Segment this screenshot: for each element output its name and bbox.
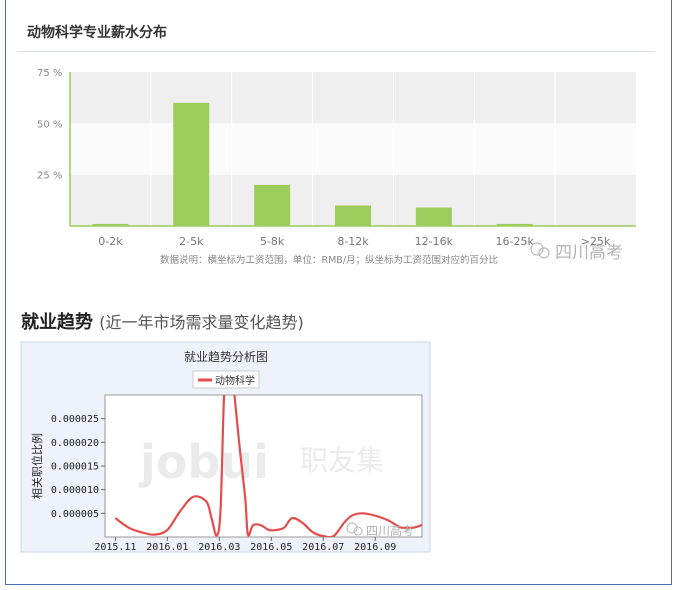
x-tick-label: 2016.01 (146, 542, 188, 553)
y-tick-label: 0.000025 (51, 414, 99, 425)
x-tick-label: 2016.07 (302, 542, 344, 553)
watermark-logo-text: jobui (138, 435, 269, 489)
x-tick-label: 2016.09 (354, 542, 396, 553)
trend-legend: 动物科学 (192, 370, 260, 389)
x-tick-label: 2015.11 (94, 542, 136, 553)
legend-label: 动物科学 (215, 374, 255, 387)
trend-line-chart: 就业趋势分析图动物科学 jobui 职友集 0.000005 0.000010 0.000… (20, 341, 431, 553)
y-axis-label: 相关职位比例 (30, 433, 44, 499)
watermark-text: 四川高考 (366, 523, 414, 538)
watermark-logo-text: 职友集 (300, 444, 384, 477)
y-tick-label: 0.000010 (51, 485, 99, 496)
y-tick-label: 0.000020 (51, 438, 99, 449)
y-tick-label: 0.000015 (51, 462, 99, 473)
y-tick-label: 0.000005 (51, 509, 99, 520)
x-tick-label: 2016.03 (198, 542, 240, 553)
trend-chart-title: 就业趋势分析图 (184, 350, 268, 364)
x-tick-label: 2016.05 (250, 542, 292, 553)
